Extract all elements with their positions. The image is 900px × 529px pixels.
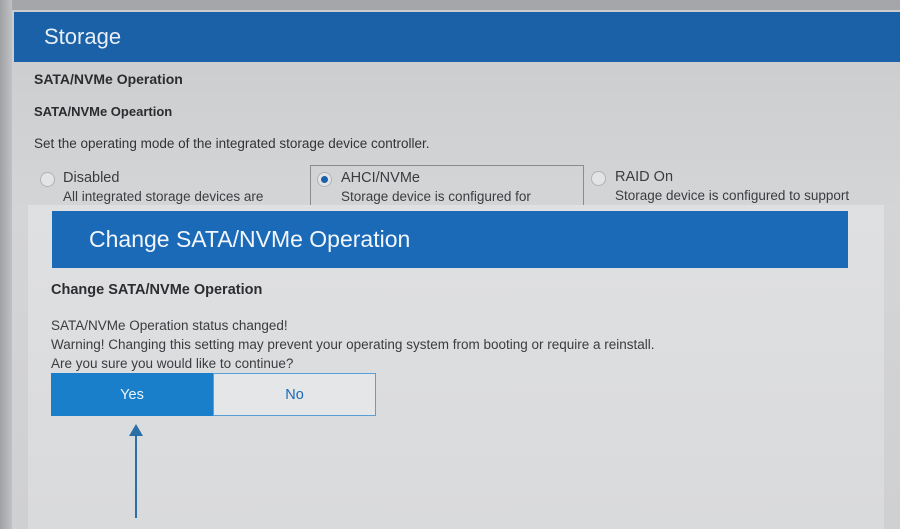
radio-raid[interactable] <box>591 171 606 186</box>
dialog-status-text: SATA/NVMe Operation status changed! <box>51 318 288 333</box>
dialog-warning-text: Warning! Changing this setting may preve… <box>51 337 655 352</box>
section-label: SATA/NVMe Operation <box>34 71 183 87</box>
dialog-subtitle: Change SATA/NVMe Operation <box>51 282 263 298</box>
storage-header: Storage <box>14 12 900 62</box>
dialog-question-text: Are you sure you would like to continue? <box>51 356 294 371</box>
page-title: Storage <box>44 24 122 49</box>
dialog-title: Change SATA/NVMe Operation <box>89 226 411 252</box>
confirm-dialog: Change SATA/NVMe Operation Change SATA/N… <box>28 205 884 529</box>
setting-description: Set the operating mode of the integrated… <box>34 136 430 151</box>
option-ahci-desc: Storage device is configured for <box>341 189 531 204</box>
annotation-arrow-line <box>135 434 137 518</box>
option-raid-label[interactable]: RAID On <box>615 169 673 185</box>
monitor-bezel-top <box>0 0 900 10</box>
no-button[interactable]: No <box>213 373 376 416</box>
option-disabled-desc: All integrated storage devices are <box>63 189 264 204</box>
dialog-header: Change SATA/NVMe Operation <box>52 211 848 268</box>
yes-button[interactable]: Yes <box>51 373 213 416</box>
monitor-bezel-left <box>0 0 12 529</box>
radio-disabled[interactable] <box>40 172 55 187</box>
option-raid-desc: Storage device is configured to support <box>615 188 850 203</box>
radio-ahci[interactable] <box>317 172 332 187</box>
option-ahci-label[interactable]: AHCI/NVMe <box>341 170 420 186</box>
setting-label: SATA/NVMe Opeartion <box>34 104 173 119</box>
option-disabled-label[interactable]: Disabled <box>63 170 119 186</box>
